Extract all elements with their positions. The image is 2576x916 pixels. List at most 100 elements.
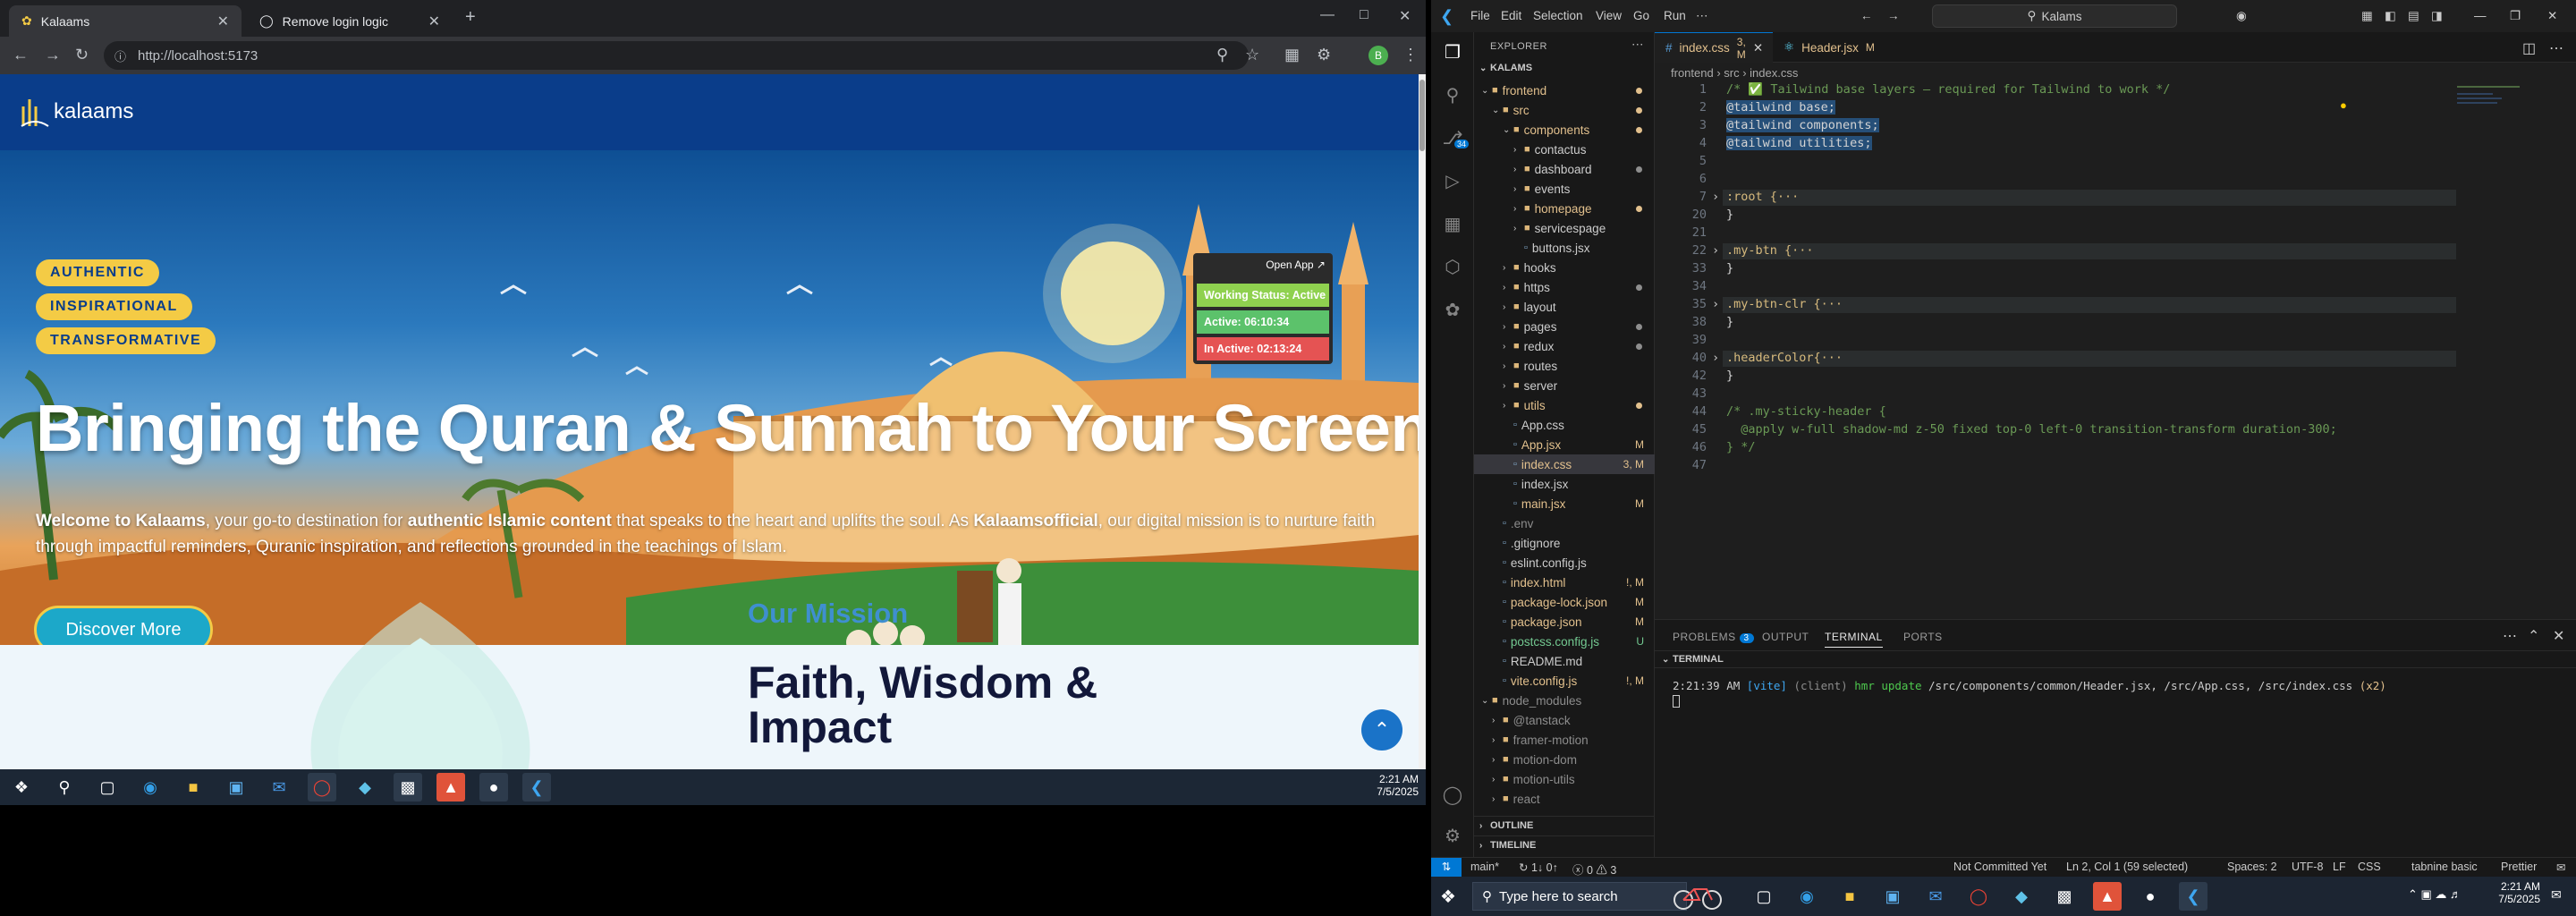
mail-icon[interactable]: ✉ (1921, 882, 1950, 911)
tree-item[interactable]: ▫ package.json M (1474, 612, 1655, 632)
tree-item[interactable]: › ■ react (1474, 789, 1655, 809)
tree-item[interactable]: ▫ main.jsx M (1474, 494, 1655, 513)
explorer-icon[interactable]: ❐ (1442, 41, 1463, 63)
windows-start-icon[interactable]: ❖ (1440, 886, 1456, 908)
workspace-name[interactable]: ⌄ KALAMS (1479, 63, 1532, 73)
more-menu-icon[interactable]: ⋯ (1696, 9, 1708, 23)
menu-go[interactable]: Go (1633, 9, 1649, 22)
account-icon[interactable]: ◯ (1442, 784, 1463, 805)
tree-item[interactable]: › ■ dashboard (1474, 159, 1655, 179)
code-editor[interactable]: 1 /* ✅ Tailwind base layers — required fo… (1655, 82, 2460, 619)
terminal-output[interactable]: 2:21:39 AM [vite] (client) hmr update /s… (1673, 679, 2386, 692)
minimap[interactable] (2457, 82, 2564, 118)
fold-chevron-icon[interactable]: › (1712, 243, 1719, 258)
search-icon[interactable]: ⚲ (50, 773, 79, 802)
remote-explorer-icon[interactable]: ⬡ (1442, 256, 1463, 277)
discover-more-button[interactable]: Discover More (34, 606, 213, 645)
open-app-link[interactable]: Open App ↗ (1266, 259, 1326, 271)
nav-forward-icon[interactable]: → (1887, 9, 1900, 22)
maximize-icon[interactable]: □ (1360, 7, 1368, 23)
git-sync[interactable]: ↻ 1↓ 0↑ (1519, 861, 1558, 874)
toggle-panel-icon[interactable]: ▤ (2408, 9, 2419, 23)
language-mode[interactable]: CSS (2358, 861, 2381, 873)
minimize-icon[interactable]: — (2474, 9, 2487, 22)
settings-gear-icon[interactable]: ⚙ (1442, 825, 1463, 846)
close-panel-icon[interactable]: ✕ (2553, 627, 2564, 645)
panel-tab-ports[interactable]: PORTS (1903, 631, 1943, 643)
git-blame[interactable]: Not Committed Yet (1953, 861, 2046, 873)
tab-header-jsx[interactable]: ⚛ Header.jsx M (1773, 32, 1898, 63)
tree-item[interactable]: › ■ pages (1474, 317, 1655, 336)
tree-item[interactable]: ▫ App.css (1474, 415, 1655, 435)
panel-tab-problems[interactable]: PROBLEMS 3 (1673, 631, 1754, 643)
page-scrollbar[interactable] (1419, 74, 1426, 769)
tree-item[interactable]: › ■ contactus (1474, 140, 1655, 159)
remote-icon[interactable]: ⇅ (1431, 858, 1462, 877)
tree-item[interactable]: › ■ events (1474, 179, 1655, 199)
command-center-search[interactable]: ⚲ Kalams (1932, 4, 2177, 28)
app-icon[interactable]: ◆ (2007, 882, 2036, 911)
extensions-icon[interactable]: ▦ (1442, 213, 1463, 234)
tree-item[interactable]: › ■ homepage (1474, 199, 1655, 218)
close-tab-icon[interactable]: ✕ (428, 13, 440, 30)
tree-item[interactable]: › ■ layout (1474, 297, 1655, 317)
back-icon[interactable]: ← (13, 46, 29, 64)
tree-item[interactable]: ⌄ ■ src (1474, 100, 1655, 120)
lightbulb-icon[interactable]: ● (2340, 98, 2347, 112)
extension-icon[interactable]: ▦ (1284, 46, 1300, 64)
panel-more-icon[interactable]: ⋯ (2503, 627, 2517, 645)
extensions-puzzle-icon[interactable]: ⚙ (1317, 46, 1331, 64)
close-tab-icon[interactable]: ✕ (1753, 41, 1763, 55)
close-tab-icon[interactable]: ✕ (217, 13, 229, 30)
tree-item[interactable]: › ■ redux (1474, 336, 1655, 356)
tabnine-status[interactable]: tabnine basic (2411, 861, 2478, 873)
menu-edit[interactable]: Edit (1501, 9, 1521, 22)
notifications-icon[interactable]: ✉ (2556, 861, 2565, 874)
tree-item[interactable]: ▫ buttons.jsx (1474, 238, 1655, 258)
chrome-icon[interactable]: ◯ (1964, 882, 1993, 911)
copilot-icon[interactable]: ◉ (2236, 9, 2247, 23)
panel-tab-output[interactable]: OUTPUT (1762, 631, 1809, 643)
tree-item[interactable]: › ■ motion-dom (1474, 750, 1655, 769)
task-view-icon[interactable]: ▢ (93, 773, 122, 802)
kalaams-logo[interactable]: kalaams (20, 94, 133, 130)
explorer-more-icon[interactable]: ⋯ (1631, 38, 1644, 52)
tree-item[interactable]: › ■ hooks (1474, 258, 1655, 277)
tree-item[interactable]: ▫ index.css 3, M (1474, 454, 1655, 474)
vscode-icon[interactable]: ❮ (2179, 882, 2207, 911)
location-icon[interactable]: ⚲ (1216, 46, 1228, 64)
editor-more-icon[interactable]: ⋯ (2549, 39, 2563, 57)
vscode-icon[interactable]: ❮ (522, 773, 551, 802)
file-explorer-icon[interactable]: ■ (179, 773, 208, 802)
tracker-app-icon[interactable]: ▲ (2093, 882, 2122, 911)
new-tab-button[interactable]: + (465, 7, 476, 28)
cursor-position[interactable]: Ln 2, Col 1 (59 selected) (2066, 861, 2188, 873)
tree-item[interactable]: › ■ @tanstack (1474, 710, 1655, 730)
breadcrumb[interactable]: frontend › src › index.css (1655, 63, 2576, 82)
tree-item[interactable]: ⌄ ■ node_modules (1474, 691, 1655, 710)
system-tray-icons[interactable]: ⌃ ▣ ☁ ♬ (2408, 887, 2462, 902)
tree-item[interactable]: ⌄ ■ components (1474, 120, 1655, 140)
tree-item[interactable]: › ■ motion-utils (1474, 769, 1655, 789)
profile-avatar[interactable]: B (1368, 46, 1388, 65)
tree-item[interactable]: ▫ .env (1474, 513, 1655, 533)
eol[interactable]: LF (2333, 861, 2346, 873)
tab-index-css[interactable]: # index.css 3, M ✕ (1655, 32, 1773, 63)
fold-chevron-icon[interactable]: › (1712, 297, 1719, 311)
menu-run[interactable]: Run (1664, 9, 1686, 22)
menu-view[interactable]: View (1596, 9, 1622, 22)
prettier-status[interactable]: Prettier (2501, 861, 2537, 873)
reload-icon[interactable]: ↻ (75, 46, 89, 64)
menu-file[interactable]: File (1470, 9, 1490, 22)
tab-remove-login-logic[interactable]: ◯ Remove login logic ✕ (247, 5, 453, 37)
taskbar-search[interactable]: ⚲ Type here to search (1472, 882, 1687, 911)
site-info-icon[interactable]: ⓘ (114, 47, 126, 64)
tree-item[interactable]: › ■ routes (1474, 356, 1655, 376)
close-window-icon[interactable]: ✕ (1399, 7, 1411, 25)
fold-chevron-icon[interactable]: › (1712, 351, 1719, 365)
chrome-menu-icon[interactable]: ⋮ (1402, 46, 1419, 64)
mail-icon[interactable]: ✉ (265, 773, 293, 802)
layout-icon[interactable]: ▦ (2361, 9, 2373, 23)
terminal-icon[interactable]: ▩ (394, 773, 422, 802)
tree-item[interactable]: ▫ README.md (1474, 651, 1655, 671)
